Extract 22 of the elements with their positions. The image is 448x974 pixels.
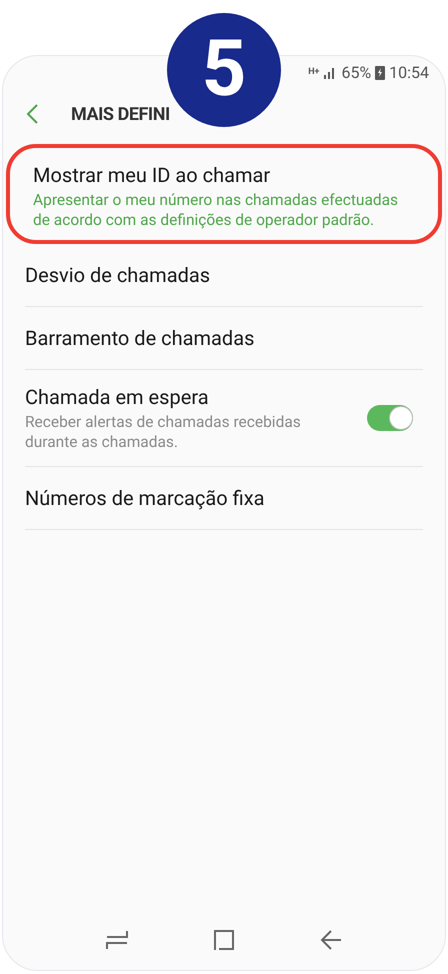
setting-row[interactable]: Barramento de chamadas: [25, 307, 423, 369]
clock: 10:54: [389, 62, 429, 84]
setting-row[interactable]: Desvio de chamadas: [25, 244, 423, 306]
back-arrow-icon[interactable]: [320, 930, 342, 950]
setting-title: Desvio de chamadas: [25, 262, 212, 288]
recent-apps-icon[interactable]: [106, 930, 128, 950]
setting-row[interactable]: Números de marcação fixa: [25, 467, 423, 529]
toggle-switch[interactable]: [367, 405, 413, 431]
battery-icon: [375, 65, 386, 80]
network-type: H+: [308, 68, 320, 77]
back-icon[interactable]: [25, 103, 39, 125]
setting-description: Apresentar o meu número nas chamadas efectuadas de acordo com as definições de operador padrão.: [33, 190, 400, 230]
setting-description: Receber alertas de chamadas recebidas durante as chamadas.: [25, 412, 302, 452]
setting-title: Mostrar meu ID ao chamar: [33, 162, 272, 188]
setting-title: Chamada em espera: [25, 384, 210, 410]
setting-row[interactable]: Chamada em espera Receber alertas de chamadas recebidas durante as chamadas.: [25, 370, 423, 466]
setting-title: Barramento de chamadas: [25, 325, 256, 351]
setting-title: Números de marcação fixa: [25, 485, 266, 511]
home-icon[interactable]: [212, 929, 235, 951]
page-title: MAIS DEFINI: [71, 102, 170, 126]
setting-row[interactable]: Mostrar meu ID ao chamar Apresentar o meu número nas chamadas efectuadas de acordo com as definições de operador padrão.: [33, 162, 415, 230]
battery-level: 65%: [341, 62, 372, 84]
